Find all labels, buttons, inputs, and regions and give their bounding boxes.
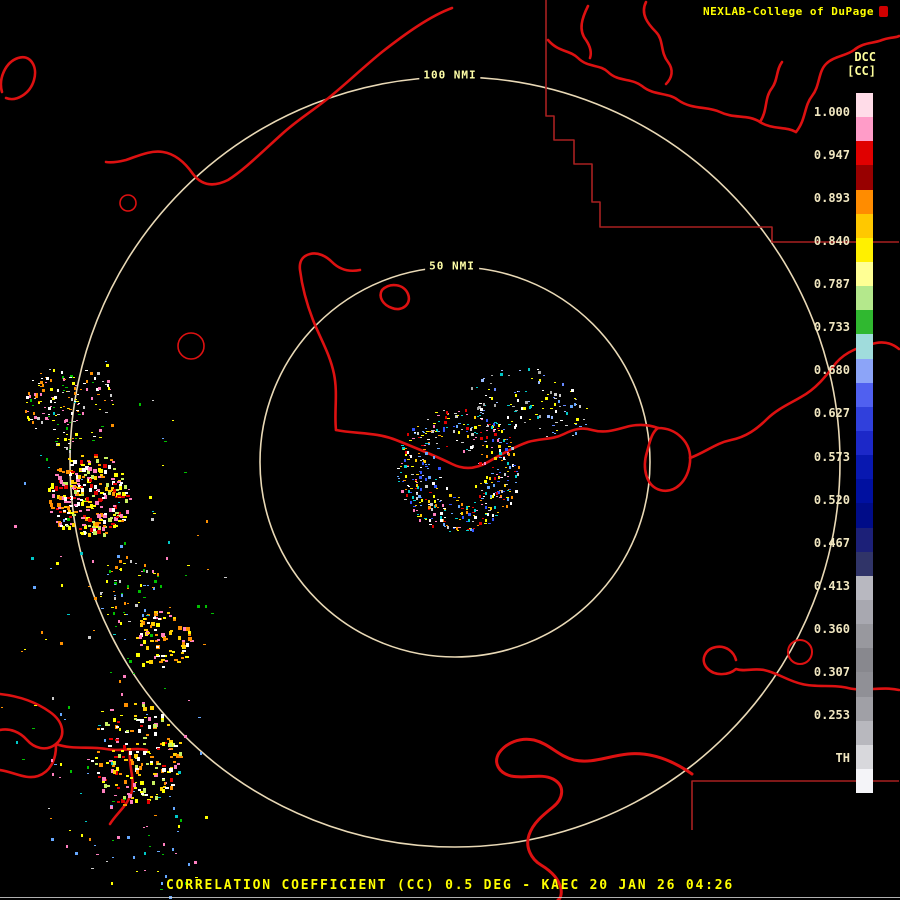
colorbar-segment [856, 382, 873, 407]
colorbar-segment [856, 575, 873, 600]
colorbar-segment [856, 430, 873, 456]
status-bar: CORRELATION COEFFICIENT (CC) 0.5 DEG - K… [166, 878, 734, 893]
colorbar-tick-label: 0.787 [813, 277, 850, 292]
colorbar-segment [856, 479, 873, 504]
colorbar-title: DCC [CC] [847, 50, 876, 78]
colorbar-segment [856, 672, 873, 697]
colorbar-ticks: 1.000 0.947 0.893 0.840 0.787 0.733 0.680 0.627… [796, 105, 850, 765]
colorbar-segment [856, 165, 873, 190]
colorbar-segment [856, 768, 873, 794]
colorbar-segment [856, 696, 873, 721]
bottom-divider [0, 897, 900, 898]
colorbar-tick-label: 0.413 [813, 578, 850, 593]
colorbar-segment [856, 599, 873, 625]
colorbar-tick-label: 0.893 [813, 191, 850, 206]
colorbar-tick-label: 0.733 [813, 320, 850, 335]
range-ring-50nmi [259, 266, 651, 658]
colorbar-segment [856, 624, 873, 649]
colorbar-tick-label: 0.573 [813, 449, 850, 464]
colorbar-tick-label: TH [835, 750, 850, 765]
colorbar-segment [856, 744, 873, 769]
colorbar-strip [856, 93, 873, 794]
radar-echoes [1, 361, 588, 899]
colorbar-segment [856, 455, 873, 480]
colorbar-segment [856, 648, 873, 673]
colorbar-segment [856, 406, 873, 431]
range-rings [69, 76, 841, 848]
colorbar-tick-label: 1.000 [813, 105, 850, 119]
colorbar-tick-label: 0.360 [813, 621, 850, 636]
state-boundaries [0, 0, 900, 900]
colorbar-title-line1: DCC [854, 50, 876, 64]
colorbar-segment [856, 310, 873, 335]
brand: NEXLAB-College of DuPage [703, 5, 888, 18]
ring-label-100nmi: 100 NMI [419, 68, 481, 82]
colorbar-tick-label: 0.520 [813, 492, 850, 507]
brand-text: NEXLAB-College of DuPage [703, 5, 874, 18]
colorbar-tick-label: 0.627 [813, 406, 850, 421]
colorbar-segment [856, 358, 873, 383]
colorbar-tick-label: 0.307 [813, 664, 850, 679]
colorbar-segment [856, 720, 873, 745]
cod-logo-icon [879, 6, 888, 17]
colorbar-segment [856, 117, 873, 142]
ring-label-50nmi: 50 NMI [425, 259, 479, 273]
colorbar-segment [856, 286, 873, 311]
radar-map-svg [0, 0, 900, 900]
colorbar-segment [856, 213, 873, 238]
colorbar-tick-label: 0.253 [813, 707, 850, 722]
colorbar-tick-label: 0.680 [813, 363, 850, 378]
colorbar-segment [856, 527, 873, 552]
colorbar-segment [856, 237, 873, 262]
colorbar-tick-label: 0.947 [813, 148, 850, 163]
colorbar-segment [856, 93, 873, 118]
colorbar-segment [856, 551, 873, 576]
colorbar-tick-label: 0.467 [813, 535, 850, 550]
colorbar-segment [856, 141, 873, 166]
colorbar-segment [856, 334, 873, 359]
colorbar-segment [856, 503, 873, 528]
colorbar-title-line2: [CC] [847, 64, 876, 78]
radar-display: 100 NMI 50 NMI NEXLAB-College of DuPage … [0, 0, 900, 900]
colorbar-segment [856, 261, 873, 287]
range-ring-100nmi [69, 76, 841, 848]
colorbar-tick-label: 0.840 [813, 234, 850, 249]
colorbar-segment [856, 189, 873, 214]
